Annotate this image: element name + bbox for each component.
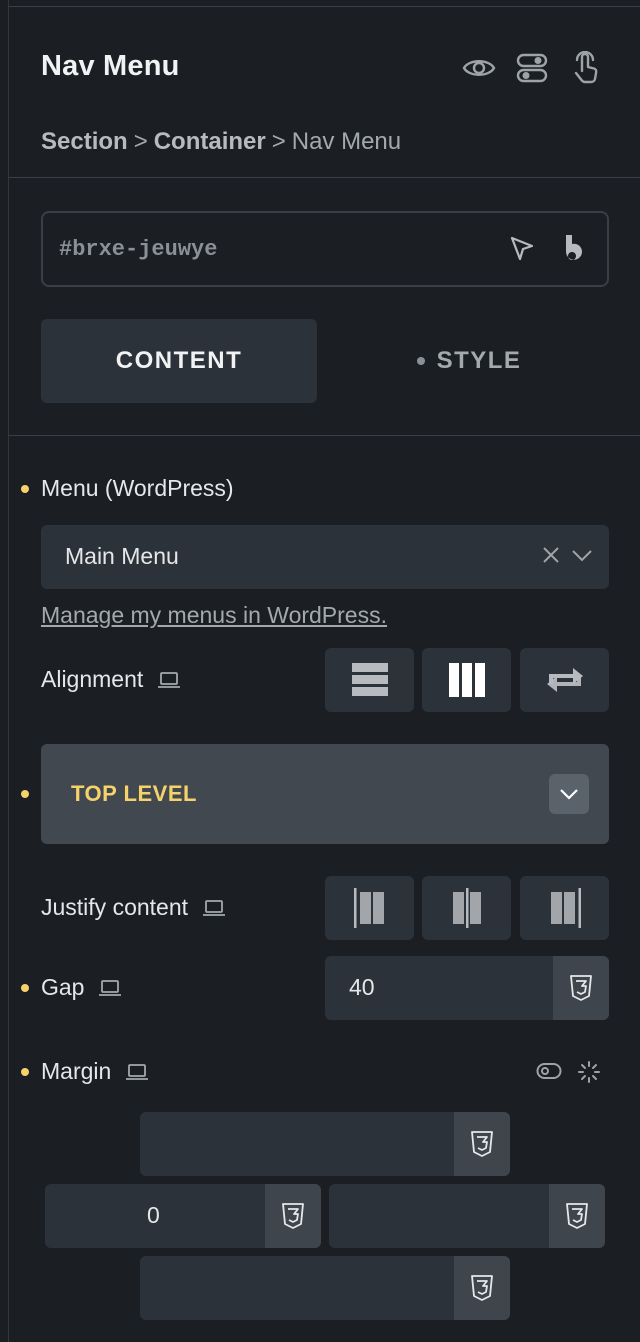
chevron-down-icon[interactable] xyxy=(549,774,589,814)
breadcrumb-item-section[interactable]: Section xyxy=(41,128,128,155)
css3-icon[interactable] xyxy=(454,1256,510,1320)
eye-icon[interactable] xyxy=(461,50,497,86)
gap-value[interactable]: 40 xyxy=(349,974,375,1001)
tab-style-label: STYLE xyxy=(436,347,522,374)
set-indicator xyxy=(21,790,29,798)
menu-select[interactable]: Main Menu xyxy=(41,525,609,589)
columns-icon[interactable] xyxy=(422,648,511,712)
alignment-label-text: Alignment xyxy=(41,666,144,692)
margin-left-input[interactable]: 0 xyxy=(45,1184,321,1248)
cursor-arrow-icon[interactable] xyxy=(509,235,535,263)
top-level-accordion[interactable]: TOP LEVEL xyxy=(41,744,609,844)
tab-content[interactable]: CONTENT xyxy=(41,319,317,403)
element-id-input[interactable] xyxy=(59,231,479,267)
pointer-hand-icon[interactable] xyxy=(567,50,603,86)
header-divider xyxy=(9,177,640,178)
swap-icon[interactable] xyxy=(520,648,609,712)
justify-center-icon[interactable] xyxy=(422,876,511,940)
menu-label: Menu (WordPress) xyxy=(41,475,234,501)
css3-icon[interactable] xyxy=(553,956,609,1020)
css3-icon[interactable] xyxy=(265,1184,321,1248)
element-id-field xyxy=(41,211,609,287)
justify-content-label-text: Justify content xyxy=(41,894,189,920)
set-indicator xyxy=(21,1068,29,1076)
breadcrumb: Section > Container > Nav Menu xyxy=(41,128,401,156)
css3-icon[interactable] xyxy=(549,1184,605,1248)
margin-label: Margin xyxy=(41,1058,149,1085)
margin-label-text: Margin xyxy=(41,1058,112,1084)
breadcrumb-item-current: Nav Menu xyxy=(291,128,402,155)
laptop-icon xyxy=(157,671,181,689)
tab-style[interactable]: STYLE xyxy=(331,319,607,403)
laptop-icon xyxy=(98,979,122,997)
menu-select-value: Main Menu xyxy=(65,543,179,569)
clear-icon[interactable] xyxy=(541,545,561,570)
gap-label-text: Gap xyxy=(41,974,85,1000)
toggle-icon[interactable] xyxy=(514,50,550,86)
toggle-icon[interactable] xyxy=(536,1062,562,1080)
set-indicator xyxy=(21,485,29,493)
margin-right-input[interactable] xyxy=(329,1184,605,1248)
panel-title: Nav Menu xyxy=(41,50,180,82)
breadcrumb-separator: > xyxy=(133,128,148,155)
gap-label: Gap xyxy=(41,974,122,1001)
css3-icon[interactable] xyxy=(454,1112,510,1176)
top-level-title: TOP LEVEL xyxy=(71,781,197,806)
gap-input[interactable]: 40 xyxy=(325,956,609,1020)
properties-panel: Nav Menu Section>Container>Nav Menu CONT… xyxy=(8,0,640,1342)
margin-top-input[interactable] xyxy=(140,1112,510,1176)
justify-content-label: Justify content xyxy=(41,894,226,921)
laptop-icon xyxy=(125,1063,149,1081)
breadcrumb-item-container[interactable]: Container xyxy=(154,128,266,155)
justify-start-icon[interactable] xyxy=(325,876,414,940)
chevron-down-icon[interactable] xyxy=(571,549,593,568)
laptop-icon xyxy=(202,899,226,917)
margin-bottom-input[interactable] xyxy=(140,1256,510,1320)
rows-icon[interactable] xyxy=(325,648,414,712)
manage-menus-link[interactable]: Manage my menus in WordPress. xyxy=(41,602,387,629)
justify-end-icon[interactable] xyxy=(520,876,609,940)
style-modified-dot xyxy=(416,357,425,365)
alignment-label: Alignment xyxy=(41,666,181,693)
bricks-b-icon[interactable] xyxy=(563,233,587,263)
link-icon[interactable] xyxy=(577,1060,601,1084)
breadcrumb-separator: > xyxy=(271,128,286,155)
margin-left-value[interactable]: 0 xyxy=(147,1202,160,1229)
tabs-divider xyxy=(9,435,640,436)
set-indicator xyxy=(21,984,29,992)
tab-content-label: CONTENT xyxy=(115,347,243,374)
